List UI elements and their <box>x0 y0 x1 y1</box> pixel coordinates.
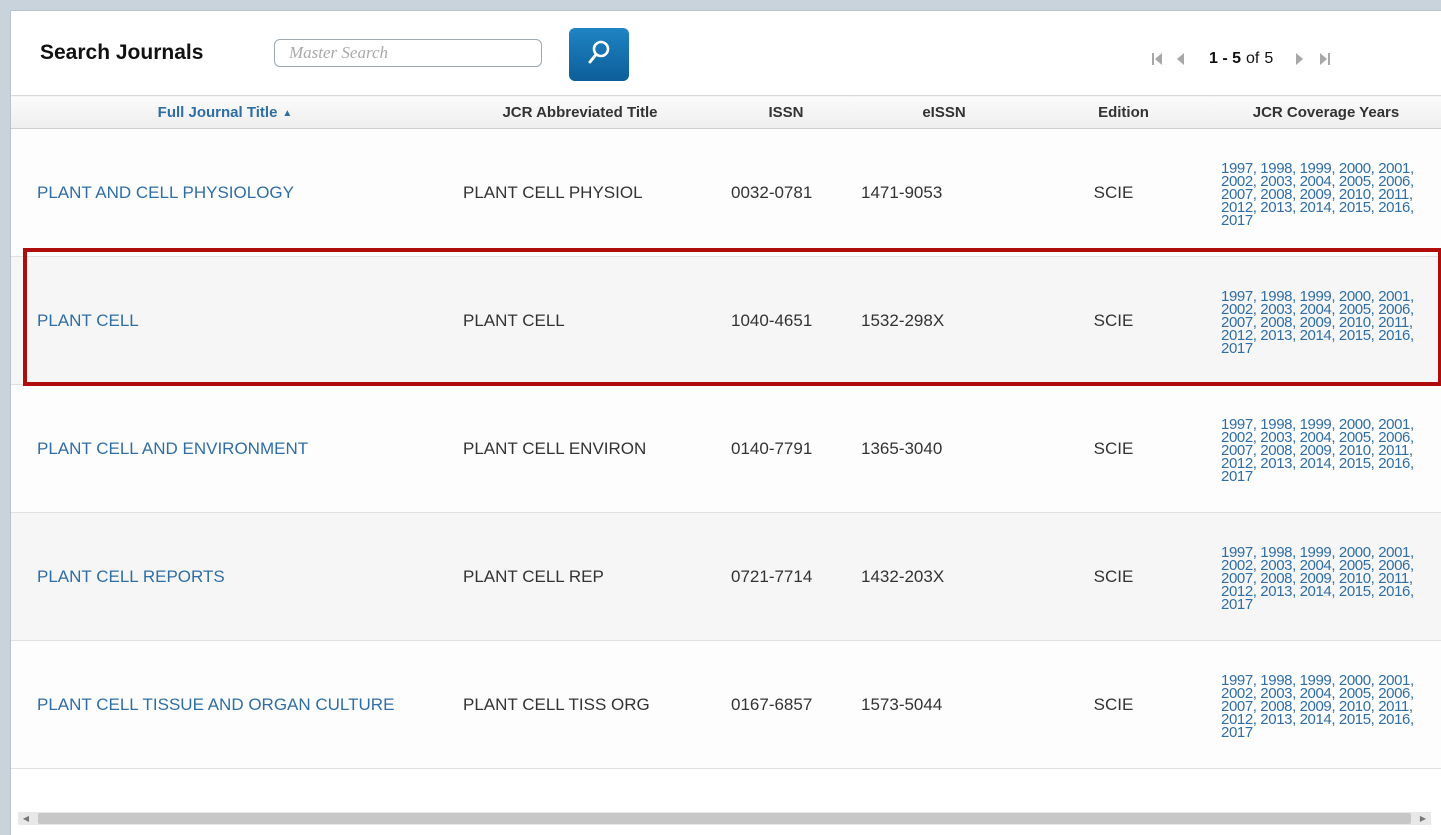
scrollbar-thumb[interactable] <box>38 813 1411 824</box>
coverage-years-links[interactable]: 1997, 1998, 1999, 2000, 2001, 2002, 2003… <box>1221 672 1414 741</box>
issn-cell: 1040-4651 <box>721 256 851 385</box>
column-header-edition[interactable]: Edition <box>1037 95 1210 129</box>
eissn-cell: 1432-203X <box>851 512 1037 641</box>
abbreviated-title-cell: PLANT CELL ENVIRON <box>439 384 721 513</box>
pagination: 1 - 5 of 5 <box>1151 49 1331 69</box>
scroll-right-icon[interactable]: ▶ <box>1415 812 1431 825</box>
scroll-left-icon[interactable]: ◀ <box>18 812 34 825</box>
issn-cell: 0032-0781 <box>721 128 851 257</box>
coverage-years-links[interactable]: 1997, 1998, 1999, 2000, 2001, 2002, 2003… <box>1221 288 1414 357</box>
table-row: PLANT AND CELL PHYSIOLOGY PLANT CELL PHY… <box>11 128 1441 257</box>
table-row: PLANT CELL REPORTS PLANT CELL REP 0721-7… <box>11 512 1441 641</box>
table-header-row: Full Journal Title ▲ JCR Abbreviated Titl… <box>11 95 1441 129</box>
table-row: PLANT CELL AND ENVIRONMENT PLANT CELL EN… <box>11 384 1441 513</box>
issn-cell: 0167-6857 <box>721 640 851 769</box>
abbreviated-title-cell: PLANT CELL REP <box>439 512 721 641</box>
column-header-coverage-years[interactable]: JCR Coverage Years <box>1210 95 1441 129</box>
journal-title-link[interactable]: PLANT CELL TISSUE AND ORGAN CULTURE <box>37 695 394 714</box>
first-page-icon[interactable] <box>1151 52 1163 66</box>
page-range: 1 - 5 <box>1209 50 1242 67</box>
journal-title-link[interactable]: PLANT CELL AND ENVIRONMENT <box>37 439 308 458</box>
search-button[interactable] <box>569 28 629 81</box>
journal-grid: Full Journal Title ▲ JCR Abbreviated Titl… <box>11 95 1441 780</box>
coverage-years-links[interactable]: 1997, 1998, 1999, 2000, 2001, 2002, 2003… <box>1221 416 1414 485</box>
edition-cell: SCIE <box>1037 256 1210 385</box>
column-header-issn[interactable]: ISSN <box>721 95 851 129</box>
prev-page-icon[interactable] <box>1175 52 1185 66</box>
journal-title-link[interactable]: PLANT CELL REPORTS <box>37 567 225 586</box>
coverage-years-links[interactable]: 1997, 1998, 1999, 2000, 2001, 2002, 2003… <box>1221 544 1414 613</box>
horizontal-scrollbar[interactable]: ◀ ▶ <box>18 812 1431 825</box>
next-page-icon[interactable] <box>1295 52 1305 66</box>
sort-ascending-icon: ▲ <box>282 107 293 119</box>
column-header-eissn[interactable]: eISSN <box>851 95 1037 129</box>
column-header-full-title[interactable]: Full Journal Title ▲ <box>11 95 439 129</box>
eissn-cell: 1573-5044 <box>851 640 1037 769</box>
master-search-input[interactable] <box>274 39 542 67</box>
eissn-cell: 1471-9053 <box>851 128 1037 257</box>
table-row: PLANT CELL TISSUE AND ORGAN CULTURE PLAN… <box>11 640 1441 769</box>
abbreviated-title-cell: PLANT CELL <box>439 256 721 385</box>
issn-cell: 0721-7714 <box>721 512 851 641</box>
coverage-years-links[interactable]: 1997, 1998, 1999, 2000, 2001, 2002, 2003… <box>1221 160 1414 229</box>
abbreviated-title-cell: PLANT CELL PHYSIOL <box>439 128 721 257</box>
issn-cell: 0140-7791 <box>721 384 851 513</box>
edition-cell: SCIE <box>1037 384 1210 513</box>
eissn-cell: 1532-298X <box>851 256 1037 385</box>
eissn-cell: 1365-3040 <box>851 384 1037 513</box>
magnifier-icon <box>586 39 612 70</box>
column-header-abbreviated-title[interactable]: JCR Abbreviated Title <box>439 95 721 129</box>
journal-search-panel: Search Journals 1 - 5 of 5 <box>10 10 1441 835</box>
edition-cell: SCIE <box>1037 128 1210 257</box>
page-of-label: of <box>1246 50 1260 67</box>
search-header: Search Journals 1 - 5 of 5 <box>11 11 1441 95</box>
edition-cell: SCIE <box>1037 640 1210 769</box>
abbreviated-title-cell: PLANT CELL TISS ORG <box>439 640 721 769</box>
page-total: 5 <box>1264 50 1274 67</box>
journal-table: Full Journal Title ▲ JCR Abbreviated Titl… <box>11 95 1441 769</box>
edition-cell: SCIE <box>1037 512 1210 641</box>
last-page-icon[interactable] <box>1319 52 1331 66</box>
page-title: Search Journals <box>40 41 204 64</box>
journal-title-link[interactable]: PLANT CELL <box>37 311 139 330</box>
journal-title-link[interactable]: PLANT AND CELL PHYSIOLOGY <box>37 183 294 202</box>
table-row: PLANT CELL PLANT CELL 1040-4651 1532-298… <box>11 256 1441 385</box>
